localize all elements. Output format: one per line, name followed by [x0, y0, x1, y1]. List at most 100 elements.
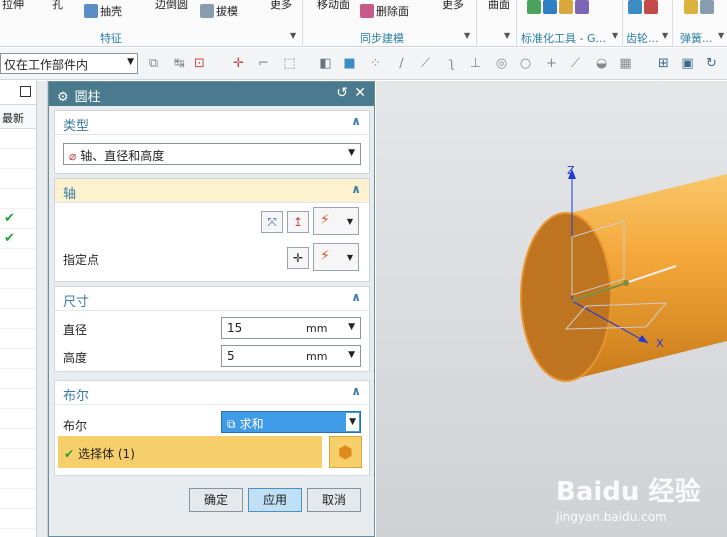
cylinder-end-face[interactable] — [520, 212, 612, 382]
chevron-down-icon[interactable]: ▼ — [290, 31, 296, 40]
cursor-point-icon[interactable]: ✛ — [231, 56, 246, 71]
navigator-row[interactable] — [0, 469, 36, 489]
axis-section-header[interactable]: 轴 ∧ — [55, 179, 369, 203]
arc-icon[interactable]: ⊥ — [468, 56, 483, 71]
chevron-up-icon[interactable]: ∧ — [351, 290, 361, 304]
navigator-rows: ✔ ✔ — [0, 129, 36, 529]
grid-icon[interactable]: ▦ — [618, 56, 633, 71]
graphics-viewport[interactable]: Z X Baidu 经验 jingyan.baidu.com — [376, 81, 727, 537]
vertex-icon[interactable]: ⁘ — [368, 56, 383, 71]
axis-section: 轴 ∧ ⤧ ↥ ⚡ ▼ 指定点 ✛ ⚡ ▼ — [54, 178, 370, 282]
point-inference-select[interactable]: ⚡ ▼ — [313, 243, 359, 271]
selection-scope-select[interactable]: 仅在工作部件内 ▼ — [0, 53, 138, 74]
navigator-row[interactable] — [0, 169, 36, 189]
navigator-row[interactable] — [0, 429, 36, 449]
cancel-button[interactable]: 取消 — [307, 488, 361, 512]
axis-origin-handle[interactable] — [623, 280, 629, 286]
navigator-row[interactable] — [0, 389, 36, 409]
ribbon-delete-face[interactable]: 删除面 — [360, 3, 409, 19]
render-icon[interactable]: ▣ — [680, 56, 695, 71]
select-body-label: 选择体 (1) — [78, 447, 135, 461]
point-snap-icon[interactable]: ⊡ — [192, 56, 207, 71]
ok-button[interactable]: 确定 — [189, 488, 243, 512]
chevron-down-icon[interactable]: ▼ — [348, 350, 355, 360]
boolean-section-header[interactable]: 布尔 ∧ — [55, 381, 369, 405]
ribbon-edge-blend[interactable]: 边倒圆 — [155, 0, 188, 12]
navigator-row[interactable] — [0, 249, 36, 269]
crosshair-icon[interactable]: + — [544, 56, 559, 71]
ribbon-gear-tool[interactable] — [628, 0, 660, 14]
type-section-header[interactable]: 类型 ∧ — [55, 111, 369, 135]
diameter-field[interactable]: 15 mm ▼ — [221, 317, 361, 339]
diagonal-icon[interactable]: ⟋ — [568, 56, 583, 71]
box-icon[interactable]: ■ — [342, 56, 357, 71]
type-select[interactable]: ⌀ 轴、直径和高度 ▼ — [63, 143, 361, 165]
chevron-down-icon[interactable]: ▼ — [464, 31, 470, 40]
point-dialog-icon[interactable]: ✛ — [287, 247, 309, 269]
navigator-row[interactable] — [0, 489, 36, 509]
navigator-row[interactable] — [0, 449, 36, 469]
navigator-row[interactable] — [0, 189, 36, 209]
rectangle-select-icon[interactable]: ⬚ — [282, 56, 297, 71]
snap-icon[interactable]: ↹ — [172, 56, 187, 71]
chevron-up-icon[interactable]: ∧ — [351, 182, 361, 196]
ribbon-more-sync[interactable]: 更多 — [442, 0, 464, 12]
dimensions-section-title: 尺寸 — [63, 295, 90, 310]
tangent-icon[interactable]: ⟋ — [418, 56, 433, 71]
navigator-row[interactable]: ✔ — [0, 209, 36, 229]
select-body-button[interactable]: ⬢ — [329, 436, 362, 468]
surface-icon[interactable]: ◒ — [594, 56, 609, 71]
ribbon-hole[interactable]: 孔 — [52, 0, 63, 12]
chevron-down-icon[interactable]: ▼ — [718, 31, 724, 40]
navigator-row[interactable]: ✔ — [0, 229, 36, 249]
line-icon[interactable]: ∕ — [394, 56, 409, 71]
navigator-row[interactable] — [0, 509, 36, 529]
chevron-up-icon[interactable]: ∧ — [351, 384, 361, 398]
ribbon-surface[interactable]: 曲面 — [488, 0, 510, 12]
navigator-row[interactable] — [0, 129, 36, 149]
dimensions-section-header[interactable]: 尺寸 ∧ — [55, 287, 369, 311]
ribbon-move-face[interactable]: 移动面 — [317, 0, 350, 12]
navigator-row[interactable] — [0, 289, 36, 309]
height-field[interactable]: 5 mm ▼ — [221, 345, 361, 367]
ribbon-spring-tool[interactable] — [684, 0, 716, 14]
boolean-select[interactable]: ⧉ 求和 ▼ — [221, 411, 361, 433]
refresh-icon[interactable]: ↻ — [704, 56, 719, 71]
gear-icon[interactable]: ⚙ — [57, 90, 69, 105]
dialog-title: 圆柱 — [74, 90, 101, 105]
circle-icon[interactable]: ○ — [518, 56, 533, 71]
shaded-view-icon[interactable]: ◧ — [318, 56, 333, 71]
navigator-row[interactable] — [0, 149, 36, 169]
navigator-row[interactable] — [0, 409, 36, 429]
apply-button[interactable]: 应用 — [248, 488, 302, 512]
ribbon-draft[interactable]: 拔模 — [200, 3, 238, 19]
close-icon[interactable]: ✕ — [354, 85, 366, 101]
ribbon-more-features[interactable]: 更多 — [270, 0, 292, 12]
filter-icon[interactable]: ⧉ — [146, 56, 161, 71]
select-body-row[interactable]: ✔ 选择体 (1) — [58, 436, 322, 468]
vector-dialog-icon[interactable]: ↥ — [287, 211, 309, 233]
curve-icon[interactable]: ʅ — [444, 56, 459, 71]
reverse-direction-icon[interactable]: ⤧ — [261, 211, 283, 233]
ribbon-gc-tool-1[interactable] — [527, 0, 591, 14]
chevron-down-icon[interactable]: ▼ — [504, 31, 510, 40]
chevron-down-icon[interactable]: ▼ — [662, 31, 668, 40]
chevron-down-icon[interactable]: ▼ — [348, 322, 355, 332]
fit-view-icon[interactable]: ⊞ — [656, 56, 671, 71]
navigator-row[interactable] — [0, 329, 36, 349]
navigator-row[interactable] — [0, 269, 36, 289]
navigator-row[interactable] — [0, 349, 36, 369]
edge-select-icon[interactable]: ⌐ — [256, 56, 271, 71]
chevron-down-icon: ▼ — [346, 413, 359, 431]
ribbon-extrude[interactable]: 拉伸 — [2, 0, 24, 12]
circle-center-icon[interactable]: ◎ — [494, 56, 509, 71]
ribbon-shell[interactable]: 抽壳 — [84, 3, 122, 19]
vector-inference-select[interactable]: ⚡ ▼ — [313, 207, 359, 235]
reset-icon[interactable]: ↺ — [336, 85, 348, 101]
chevron-up-icon[interactable]: ∧ — [351, 114, 361, 128]
panel-splitter[interactable] — [37, 81, 48, 537]
chevron-down-icon[interactable]: ▼ — [612, 31, 618, 40]
navigator-row[interactable] — [0, 309, 36, 329]
maximize-icon[interactable] — [20, 86, 31, 97]
navigator-row[interactable] — [0, 369, 36, 389]
